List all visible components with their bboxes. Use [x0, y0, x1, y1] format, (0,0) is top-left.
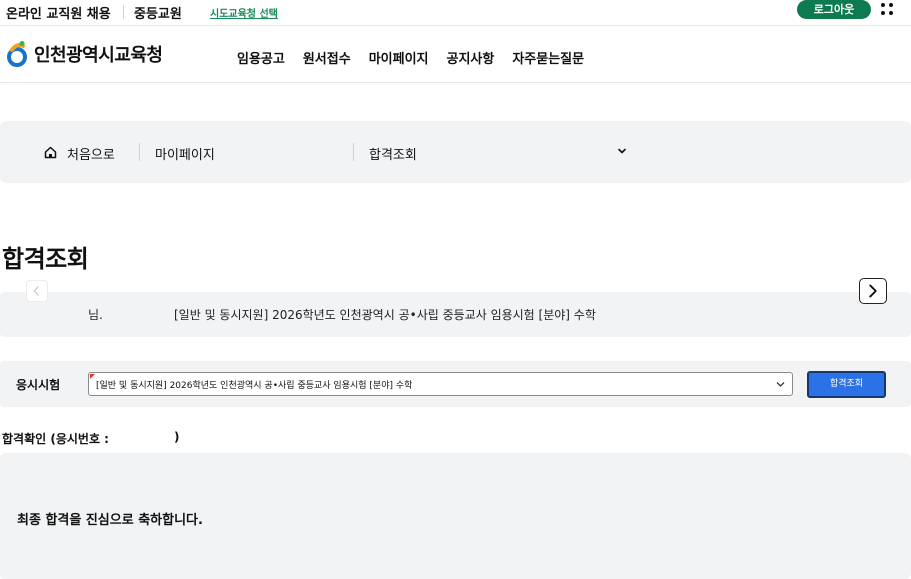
exam-select-value: [일반 및 동시지원] 2026학년도 인천광역시 공•사립 중등교사 임용시험…	[96, 381, 413, 391]
slider-prev-button[interactable]	[26, 280, 48, 302]
result-search-button[interactable]: 합격조회	[807, 371, 886, 398]
home-icon[interactable]	[44, 146, 57, 159]
chevron-down-icon[interactable]	[617, 146, 627, 156]
site-category: 중등교원	[134, 7, 182, 22]
divider	[123, 5, 124, 19]
breadcrumb: 처음으로 마이페이지 합격조회	[0, 121, 911, 183]
site-name: 온라인 교직원 채용	[6, 7, 111, 22]
slider-next-button[interactable]	[859, 278, 887, 304]
menu-item-notice[interactable]: 임용공고	[237, 48, 285, 67]
result-message: 최종 합격을 진심으로 축하합니다.	[17, 513, 203, 528]
chevron-right-icon	[869, 284, 877, 298]
result-confirm-close: )	[174, 430, 180, 444]
main-menu: 임용공고 원서접수 마이페이지 공지사항 자주묻는질문	[237, 48, 602, 67]
exam-select-row: 응시시험 [일반 및 동시지원] 2026학년도 인천광역시 공•사립 중등교사…	[0, 361, 911, 407]
breadcrumb-current[interactable]: 합격조회	[369, 144, 417, 163]
breadcrumb-home[interactable]: 처음으로	[67, 144, 115, 163]
exam-notice-slider: 님. [일반 및 동시지원] 2026학년도 인천광역시 공•사립 중등교사 임…	[0, 292, 911, 337]
logout-button[interactable]: 로그아웃	[797, 0, 871, 19]
logo-icon[interactable]	[6, 40, 28, 68]
region-select-link[interactable]: 시도교육청 선택	[210, 5, 278, 20]
notice-exam-name: [일반 및 동시지원] 2026학년도 인천광역시 공•사립 중등교사 임용시험…	[174, 308, 596, 322]
top-utility-bar: 온라인 교직원 채용 중등교원 시도교육청 선택 로그아웃	[0, 0, 911, 26]
required-marker-icon	[90, 374, 95, 379]
divider	[139, 143, 140, 161]
chevron-down-icon	[776, 382, 785, 387]
more-dots-icon[interactable]	[880, 2, 894, 16]
result-panel: 최종 합격을 진심으로 축하합니다.	[0, 453, 911, 579]
menu-item-apply[interactable]: 원서접수	[303, 48, 351, 67]
main-navbar: 인천광역시교육청 임용공고 원서접수 마이페이지 공지사항 자주묻는질문	[0, 27, 911, 83]
breadcrumb-mypage[interactable]: 마이페이지	[155, 144, 215, 163]
page-title: 합격조회	[2, 245, 89, 273]
chevron-left-icon	[33, 286, 39, 296]
exam-label: 응시시험	[16, 378, 61, 392]
divider	[353, 143, 354, 161]
menu-item-faq[interactable]: 자주묻는질문	[512, 48, 584, 67]
menu-item-board[interactable]: 공지사항	[447, 48, 495, 67]
logo-text[interactable]: 인천광역시교육청	[34, 41, 163, 67]
result-confirm-title: 합격확인 (응시번호 :	[2, 432, 109, 446]
menu-item-mypage[interactable]: 마이페이지	[369, 48, 429, 67]
exam-select[interactable]: [일반 및 동시지원] 2026학년도 인천광역시 공•사립 중등교사 임용시험…	[88, 372, 793, 396]
applicant-name-suffix: 님.	[88, 308, 103, 322]
